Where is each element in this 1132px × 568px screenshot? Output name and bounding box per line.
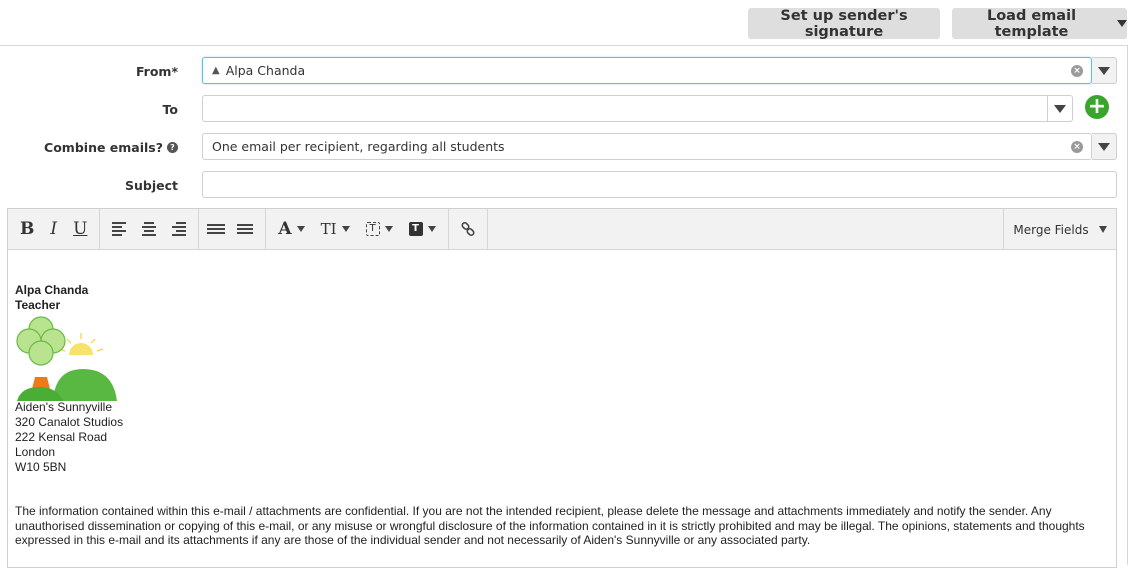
from-label-text: From* xyxy=(135,63,178,79)
italic-button[interactable]: I xyxy=(42,209,65,250)
align-center-icon xyxy=(142,222,157,236)
subject-input[interactable] xyxy=(202,171,1117,198)
text-size-icon: TI xyxy=(320,220,337,238)
disclaimer-text: The information contained within this e-… xyxy=(15,504,1085,547)
setup-signature-button[interactable]: Set up sender's signature xyxy=(748,8,940,40)
list-group xyxy=(199,208,267,250)
align-left-button[interactable] xyxy=(104,209,134,250)
add-recipient-icon[interactable]: + xyxy=(1085,95,1109,119)
font-icon: A xyxy=(278,219,292,239)
text-color-icon: T xyxy=(408,222,423,236)
hill-right xyxy=(53,369,117,401)
chevron-down-icon xyxy=(1054,104,1066,113)
combine-label-text: Combine emails? xyxy=(44,139,163,155)
school-logo xyxy=(16,316,117,401)
text-box-button[interactable]: T xyxy=(358,209,401,250)
font-size-button[interactable]: TI xyxy=(313,209,358,250)
font-family-button[interactable]: A xyxy=(270,209,312,250)
combine-value: One email per recipient, regarding all s… xyxy=(212,139,505,154)
chevron-down-icon xyxy=(384,226,393,232)
email-editor[interactable]: B I U A TI T T Merge Fields Alpa Chanda … xyxy=(7,208,1117,568)
clear-icon[interactable]: × xyxy=(1071,65,1083,77)
editor-toolbar: B I U A TI T T Merge Fields xyxy=(8,208,1116,250)
tree-leaves xyxy=(16,316,66,366)
clear-icon[interactable]: × xyxy=(1071,141,1083,153)
ordered-list-icon xyxy=(211,224,226,234)
chevron-down-icon xyxy=(296,226,305,232)
align-group xyxy=(100,208,200,250)
combine-dropdown-button[interactable] xyxy=(1092,133,1117,160)
align-center-button[interactable] xyxy=(134,209,164,250)
subject-label: Subject xyxy=(125,177,178,193)
to-select[interactable] xyxy=(202,95,1073,122)
graduation-cap-icon: ▲ xyxy=(212,65,220,76)
top-bar: Set up sender's signature Load email tem… xyxy=(0,0,1132,46)
to-label-text: To xyxy=(162,101,178,117)
address-line: 320 Canalot Studios xyxy=(15,415,124,429)
subject-label-text: Subject xyxy=(125,177,178,193)
merge-fields-button[interactable]: Merge Fields xyxy=(1003,209,1116,250)
ordered-list-button[interactable] xyxy=(203,209,233,250)
signature-name: Alpa Chanda xyxy=(15,283,89,297)
chevron-down-icon xyxy=(341,226,350,232)
format-group: B I U xyxy=(8,208,101,250)
combine-label: Combine emails? ? xyxy=(44,139,178,155)
address-line: Aiden's Sunnyville xyxy=(15,400,113,414)
font-group: A TI T T xyxy=(266,208,449,250)
address-block: Aiden's Sunnyville 320 Canalot Studios 2… xyxy=(15,400,123,475)
chevron-down-icon xyxy=(1098,66,1110,75)
link-group xyxy=(449,208,488,250)
from-label: From* xyxy=(136,63,178,79)
align-left-icon xyxy=(112,222,127,236)
from-dropdown-button[interactable] xyxy=(1092,57,1117,84)
chevron-down-icon xyxy=(1098,226,1107,233)
bold-button[interactable]: B xyxy=(12,209,42,250)
address-line: London xyxy=(15,445,56,459)
link-button[interactable] xyxy=(453,209,483,250)
merge-fields-label: Merge Fields xyxy=(1013,222,1089,237)
align-right-button[interactable] xyxy=(164,209,194,250)
signature-role: Teacher xyxy=(15,298,61,312)
signature-block: Alpa Chanda Teacher xyxy=(15,283,88,313)
from-value: Alpa Chanda xyxy=(225,63,306,78)
chevron-down-icon xyxy=(427,226,436,232)
address-line: W10 5BN xyxy=(15,460,67,474)
chevron-down-icon xyxy=(1117,20,1127,27)
text-color-button[interactable]: T xyxy=(401,209,444,250)
load-template-button[interactable]: Load email template xyxy=(952,7,1127,40)
to-label: To xyxy=(163,101,178,117)
sun-icon xyxy=(58,333,104,355)
bullet-list-button[interactable] xyxy=(233,209,261,250)
align-right-icon xyxy=(172,222,187,236)
load-template-label: Load email template xyxy=(986,7,1077,40)
link-icon xyxy=(461,222,475,236)
text-box-icon: T xyxy=(365,222,380,236)
chevron-down-icon xyxy=(1098,142,1110,151)
combine-select[interactable]: One email per recipient, regarding all s… xyxy=(202,133,1092,160)
help-icon[interactable]: ? xyxy=(167,141,178,153)
to-dropdown-button[interactable] xyxy=(1047,96,1072,121)
from-select[interactable]: ▲ Alpa Chanda × xyxy=(202,57,1092,84)
address-line: 222 Kensal Road xyxy=(15,430,108,444)
underline-button[interactable]: U xyxy=(65,209,95,250)
bullet-list-icon xyxy=(241,224,254,234)
